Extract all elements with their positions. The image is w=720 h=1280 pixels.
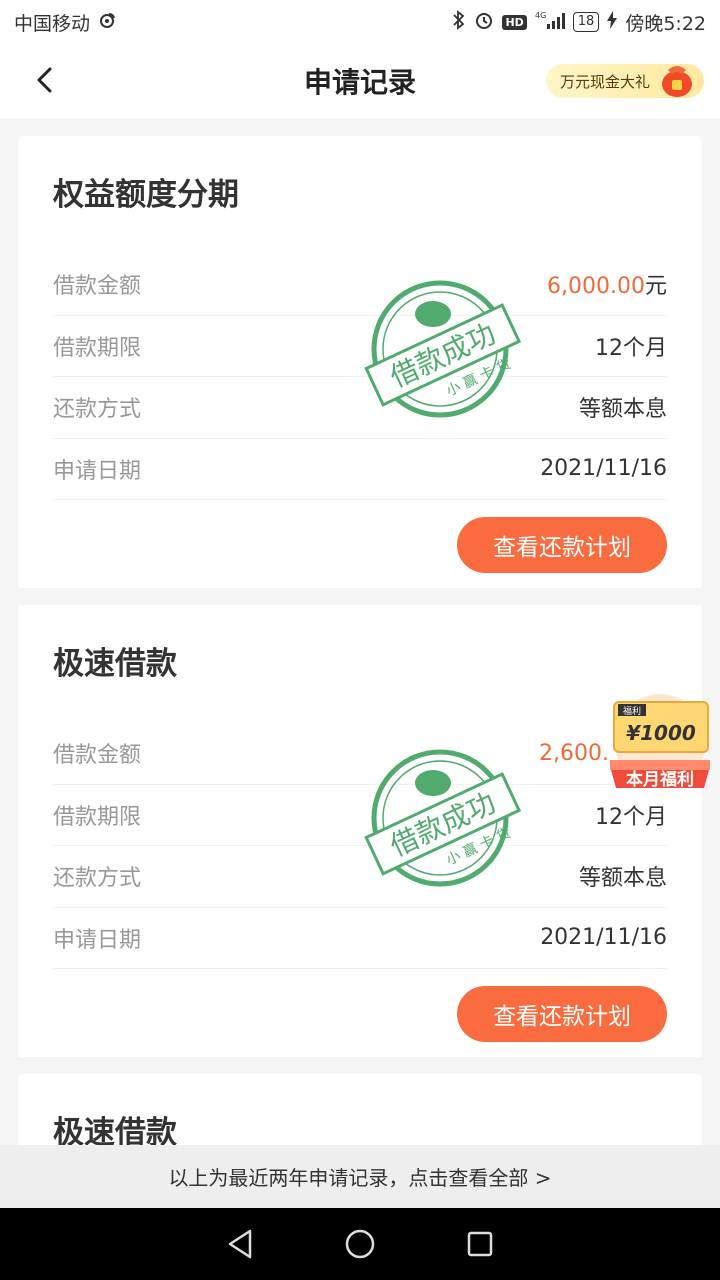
record-list: 权益额度分期 借款金额 6,000.00元 借款期限 12个月 还款方式 等额本… xyxy=(0,118,720,1145)
method-row: 还款方式 等额本息 xyxy=(53,846,667,908)
term-label: 借款期限 xyxy=(53,335,142,361)
status-bar: 中国移动 HD 4G 18 傍晚5:22 xyxy=(0,0,720,44)
method-label: 还款方式 xyxy=(53,866,142,892)
clock-time: 傍晚5:22 xyxy=(625,12,706,35)
gift-bag-icon xyxy=(662,66,692,97)
bluetooth-icon xyxy=(452,9,466,35)
record-card: 极速借款 借款金额 2,600. 借款期限 12个月 还款方式 等额本息 申请日… xyxy=(18,605,702,1057)
triangle-back-icon xyxy=(228,1229,252,1259)
weibo-icon xyxy=(98,11,116,34)
term-row: 借款期限 12个月 xyxy=(53,316,667,377)
record-card: 权益额度分期 借款金额 6,000.00元 借款期限 12个月 还款方式 等额本… xyxy=(18,136,702,588)
method-label: 还款方式 xyxy=(53,397,142,423)
date-value: 2021/11/16 xyxy=(540,456,667,482)
record-title: 权益额度分期 xyxy=(53,177,239,213)
monthly-welfare-widget[interactable]: 福利 ¥1000 本月福利 xyxy=(604,690,716,798)
chevron-left-icon xyxy=(37,67,52,93)
welfare-tag: 福利 xyxy=(623,705,641,717)
amount-row: 借款金额 6,000.00元 xyxy=(53,254,667,316)
method-value: 等额本息 xyxy=(578,866,667,892)
term-label: 借款期限 xyxy=(53,804,142,830)
amount-row: 借款金额 2,600. xyxy=(53,723,667,785)
circle-home-icon xyxy=(345,1229,375,1259)
amount-label: 借款金额 xyxy=(53,743,142,769)
charging-icon xyxy=(607,10,618,34)
view-repayment-plan-button[interactable]: 查看还款计划 xyxy=(457,517,667,573)
signal-icon: 4G xyxy=(535,10,565,35)
system-recents-button[interactable] xyxy=(460,1224,500,1264)
system-nav-bar xyxy=(0,1208,720,1280)
term-value: 12个月 xyxy=(595,335,667,361)
svg-text:4G: 4G xyxy=(535,11,546,20)
amount-label: 借款金额 xyxy=(53,274,142,300)
welfare-amount: ¥1000 xyxy=(626,721,696,745)
view-all-records-link[interactable]: 以上为最近两年申请记录，点击查看全部 > xyxy=(0,1145,720,1208)
date-row: 申请日期 2021/11/16 xyxy=(53,439,667,500)
record-card: 极速借款 xyxy=(18,1074,702,1145)
battery-icon: 18 xyxy=(572,12,600,32)
square-recents-icon xyxy=(467,1231,493,1257)
record-title: 极速借款 xyxy=(53,1115,177,1145)
welfare-label: 本月福利 xyxy=(626,769,694,790)
system-home-button[interactable] xyxy=(340,1224,380,1264)
page-title: 申请记录 xyxy=(303,66,416,99)
amount-value: 6,000.00元 xyxy=(547,274,667,300)
date-label: 申请日期 xyxy=(53,927,142,953)
method-value: 等额本息 xyxy=(578,397,667,423)
carrier-label: 中国移动 xyxy=(14,12,91,35)
date-value: 2021/11/16 xyxy=(540,925,667,951)
record-title: 极速借款 xyxy=(53,646,177,682)
method-row: 还款方式 等额本息 xyxy=(53,377,667,439)
amount-value: 2,600. xyxy=(539,740,609,766)
back-button[interactable] xyxy=(24,60,64,100)
alarm-icon xyxy=(474,10,494,35)
system-back-button[interactable] xyxy=(220,1224,260,1264)
promo-banner[interactable]: 万元现金大礼 xyxy=(546,64,704,98)
view-repayment-plan-button[interactable]: 查看还款计划 xyxy=(457,986,667,1042)
term-row: 借款期限 12个月 xyxy=(53,785,667,846)
date-label: 申请日期 xyxy=(53,458,142,484)
term-value: 12个月 xyxy=(595,804,667,830)
hd-icon: HD xyxy=(502,14,527,30)
promo-label: 万元现金大礼 xyxy=(560,72,651,91)
date-row: 申请日期 2021/11/16 xyxy=(53,908,667,969)
nav-bar: 申请记录 万元现金大礼 xyxy=(0,44,720,118)
